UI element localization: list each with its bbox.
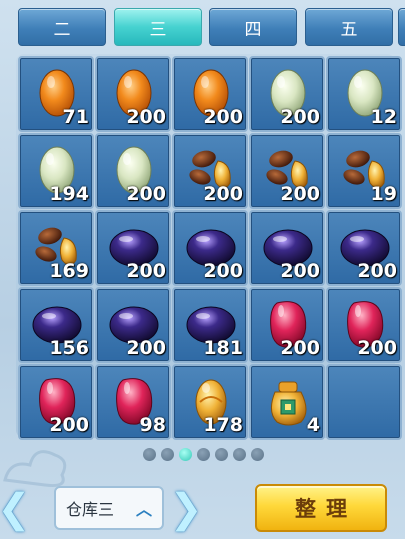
prev-warehouse-arrow-icon[interactable]: ❮: [0, 487, 34, 531]
chevron-up-icon: ︿: [135, 500, 152, 519]
page-dot[interactable]: [161, 448, 174, 461]
warehouse-tabs: 二 三 四 五: [18, 8, 405, 46]
inventory-slot[interactable]: 200: [249, 133, 325, 209]
cloud-decoration: [0, 440, 70, 490]
tab-3[interactable]: 三: [114, 8, 202, 46]
sort-button[interactable]: 整理: [255, 484, 387, 532]
item-count: 181: [203, 337, 243, 359]
tab-label: 三: [149, 19, 167, 40]
item-count: 200: [126, 106, 166, 128]
inventory-slot[interactable]: 200: [249, 210, 325, 286]
item-count: 200: [203, 106, 243, 128]
warehouse-label: 仓库三: [66, 500, 115, 519]
inventory-slot[interactable]: 181: [172, 287, 248, 363]
item-count: 194: [49, 183, 89, 205]
page-dot[interactable]: [215, 448, 228, 461]
inventory-slot[interactable]: 98: [95, 364, 171, 440]
inventory-slot[interactable]: 200: [249, 56, 325, 132]
tab-label: 五: [340, 19, 358, 40]
item-count: 200: [357, 337, 397, 359]
inventory-slot[interactable]: 200: [95, 210, 171, 286]
item-count: 71: [62, 106, 89, 128]
item-count: 200: [280, 106, 320, 128]
sort-button-label: 整理: [295, 497, 357, 521]
item-count: 200: [203, 260, 243, 282]
inventory-grid: 71 200 200 200 12 194 200 200 200 19 169 200 200 200 2…: [16, 54, 402, 440]
item-count: 200: [357, 260, 397, 282]
inventory-slot[interactable]: 12: [326, 56, 402, 132]
inventory-slot[interactable]: [326, 364, 402, 440]
page-indicator: [143, 448, 264, 462]
inventory-slot[interactable]: 178: [172, 364, 248, 440]
inventory-slot[interactable]: 200: [95, 287, 171, 363]
inventory-slot[interactable]: 194: [18, 133, 94, 209]
page-dot[interactable]: [251, 448, 264, 461]
item-count: 169: [49, 260, 89, 282]
item-count: 200: [126, 337, 166, 359]
inventory-slot[interactable]: 200: [18, 364, 94, 440]
item-count: 4: [306, 414, 320, 436]
item-count: 12: [370, 106, 397, 128]
item-count: 200: [280, 183, 320, 205]
item-count: 200: [126, 183, 166, 205]
inventory-slot[interactable]: 200: [326, 210, 402, 286]
item-count: 200: [49, 414, 89, 436]
tab-2[interactable]: 二: [18, 8, 106, 46]
tab-5[interactable]: 五: [305, 8, 393, 46]
next-warehouse-arrow-icon[interactable]: ❯: [166, 487, 206, 531]
item-count: 200: [126, 260, 166, 282]
page-dot[interactable]: [179, 448, 192, 461]
tab-label: 四: [244, 19, 262, 40]
page-dot[interactable]: [233, 448, 246, 461]
tab-4[interactable]: 四: [209, 8, 297, 46]
inventory-slot[interactable]: 200: [172, 56, 248, 132]
page-dot[interactable]: [143, 448, 156, 461]
item-count: 200: [280, 337, 320, 359]
inventory-slot[interactable]: 4: [249, 364, 325, 440]
inventory-slot[interactable]: 200: [249, 287, 325, 363]
warehouse-selector[interactable]: 仓库三 ︿: [54, 486, 164, 530]
tab-next-partial[interactable]: [398, 8, 405, 46]
inventory-slot[interactable]: 200: [95, 56, 171, 132]
inventory-slot[interactable]: 200: [95, 133, 171, 209]
inventory-slot[interactable]: 169: [18, 210, 94, 286]
inventory-slot[interactable]: 200: [172, 133, 248, 209]
item-count: 200: [203, 183, 243, 205]
inventory-slot[interactable]: 19: [326, 133, 402, 209]
tab-label: 二: [53, 19, 71, 40]
inventory-slot[interactable]: 200: [326, 287, 402, 363]
item-count: 156: [49, 337, 89, 359]
inventory-slot[interactable]: 156: [18, 287, 94, 363]
item-count: 200: [280, 260, 320, 282]
page-dot[interactable]: [197, 448, 210, 461]
item-count: 98: [139, 414, 166, 436]
inventory-slot[interactable]: 71: [18, 56, 94, 132]
inventory-slot[interactable]: 200: [172, 210, 248, 286]
item-count: 178: [203, 414, 243, 436]
item-count: 19: [370, 183, 397, 205]
